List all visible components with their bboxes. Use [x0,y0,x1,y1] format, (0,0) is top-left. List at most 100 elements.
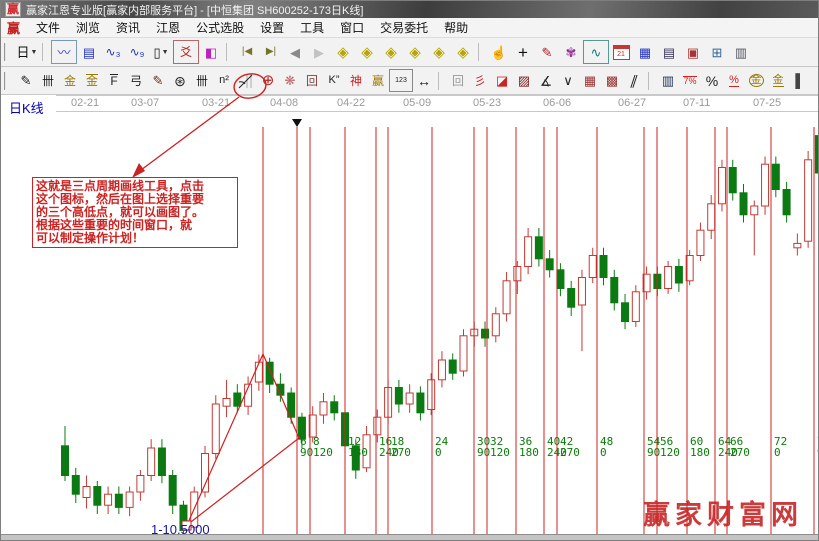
percent-top-icon[interactable]: 7% [679,70,701,91]
expand-h-diamond-icon[interactable]: ◈ [379,41,403,63]
toolbar-separator [226,43,233,61]
gann-wheel-icon[interactable]: ⊕ [257,70,279,91]
chip-distribution-icon[interactable]: 爻 [173,40,199,64]
fib-time-icon[interactable]: F [103,70,125,91]
golden-price-icon[interactable]: 金 [81,70,103,91]
glyph: 123 [395,77,407,84]
gold-underline-icon[interactable]: 金 [767,70,789,91]
menu-item-0[interactable]: 文件 [28,19,68,36]
ruler-123-icon[interactable]: 123 [389,69,413,92]
print-icon[interactable]: ▥ [729,41,753,63]
ladder-chart-icon[interactable]: ▥ [657,70,679,91]
menu-item-1[interactable]: 浏览 [68,19,108,36]
scroll-left-diamond-icon[interactable]: ◈ [331,41,355,63]
wave-9-icon[interactable]: ∿₉ [125,41,149,63]
mark-zoom-icon[interactable]: ✎ [535,41,559,63]
square-nine-icon[interactable]: 回 [301,70,323,91]
percent-icon[interactable]: % [701,70,723,91]
export-icon[interactable]: ⊞ [705,41,729,63]
toolbar-grip[interactable] [4,72,11,90]
dropdown-arrow-icon: ▼ [162,49,169,56]
menu-item-7[interactable]: 窗口 [332,19,372,36]
candle-style-button[interactable]: ▯▼ [149,41,173,63]
calendar-glyph: 21 [613,45,630,60]
menu-item-8[interactable]: 交易委托 [372,19,436,36]
crosshair-icon[interactable]: + [511,41,535,63]
web-grid-icon[interactable]: ❋ [279,70,301,91]
chart-canvas[interactable] [2,95,817,535]
date-tick-02-21: 02-21 [71,97,99,109]
expand-all-diamond-icon[interactable]: ◈ [451,41,475,63]
date-tick-05-23: 05-23 [473,97,501,109]
time-grid-icon[interactable]: 卌 [37,70,59,91]
k-wave-icon[interactable]: K” [323,70,345,91]
n-square-icon[interactable]: n² [213,70,235,91]
angle-square-icon[interactable]: ▨ [513,70,535,91]
glyph: ∨ [563,74,573,87]
brush-icon[interactable]: ✎ [147,70,169,91]
select-frame-icon[interactable]: 回 [447,70,469,91]
parallel-lines-icon[interactable]: ∥ [623,70,645,91]
fan-square-icon[interactable]: ◪ [491,70,513,91]
menu-item-6[interactable]: 工具 [292,19,332,36]
glyph: ▣ [687,46,699,59]
three-point-cycle-icon[interactable] [235,70,257,91]
menu-item-5[interactable]: 设置 [252,19,292,36]
glyph: ◧ [205,46,217,59]
bar-count-icon[interactable]: 卌 [191,70,213,91]
percent-line-icon[interactable]: % [723,70,745,91]
draw-pen-icon[interactable]: ✎ [15,70,37,91]
glyph: ◈ [409,45,421,60]
ying-icon[interactable]: 赢 [367,70,389,91]
calculator-icon[interactable]: ▦ [633,41,657,63]
compress-h-diamond-icon[interactable]: ◈ [403,41,427,63]
glyph: ▥ [662,74,674,87]
grid-arrow-icon[interactable]: ▩ [601,70,623,91]
time-circle-icon[interactable]: ⊛ [169,70,191,91]
calendar-icon[interactable]: 21 [609,41,633,63]
window-layout-icon[interactable]: 〰 [51,40,77,64]
glyph: ✎ [542,46,553,59]
info-note-icon[interactable]: ▤ [77,41,101,63]
glyph: ∥ [629,74,640,87]
menu-item-4[interactable]: 公式选股 [188,19,252,36]
edge-partial-icon[interactable]: ▌ [789,70,811,91]
volume-profile-icon[interactable]: ◧ [199,41,223,63]
drag-hand-icon[interactable]: ☝ [487,41,511,63]
menu-item-9[interactable]: 帮助 [436,19,476,36]
date-tick-04-22: 04-22 [337,97,365,109]
speed-lines-icon[interactable]: ∡ [535,70,557,91]
smart-wave-icon[interactable]: ∿ [583,40,609,64]
gann-tool-icon[interactable]: ✾ [559,41,583,63]
width-measure-icon[interactable]: ↔ [413,70,435,91]
scroll-right-diamond-icon[interactable]: ◈ [355,41,379,63]
kline-mode-label: 日K线 [9,98,44,117]
notes-icon[interactable]: ▤ [657,41,681,63]
main-toolbar: 日▼〰▤∿₃∿₉▯▼爻◧|◀▶|◀▶◈◈◈◈◈◈☝+✎✾∿21▦▤▣⊞▥ [1,38,818,67]
shen-icon[interactable]: 神 [345,70,367,91]
glyph: 彡 [474,75,486,87]
next-bar-icon[interactable]: ▶ [307,41,331,63]
first-bar-icon[interactable]: |◀ [235,41,259,63]
spiral-icon[interactable]: 弓 [125,70,147,91]
glyph: ∡ [540,74,553,88]
toolbar-grip[interactable] [4,43,11,61]
glyph: 卌 [42,75,54,87]
grid-square-icon[interactable]: ▦ [579,70,601,91]
kline-period-button[interactable]: 日▼ [15,41,39,63]
menu-item-3[interactable]: 江恩 [148,19,188,36]
golden-time-icon[interactable]: 金 [59,70,81,91]
wave-3-icon[interactable]: ∿₃ [101,41,125,63]
glyph: ▶ [314,46,324,59]
save-icon[interactable]: ▣ [681,41,705,63]
gold-circle-icon[interactable]: 金 [745,70,767,91]
gann-fan-icon[interactable]: 彡 [469,70,491,91]
menu-item-2[interactable]: 资讯 [108,19,148,36]
glyph: ✎ [153,74,164,87]
zigzag-icon[interactable]: ∨ [557,70,579,91]
last-bar-icon[interactable]: ▶| [259,41,283,63]
date-tick-06-27: 06-27 [618,97,646,109]
compress-all-diamond-icon[interactable]: ◈ [427,41,451,63]
glyph: ❋ [285,74,296,87]
prev-bar-icon[interactable]: ◀ [283,41,307,63]
